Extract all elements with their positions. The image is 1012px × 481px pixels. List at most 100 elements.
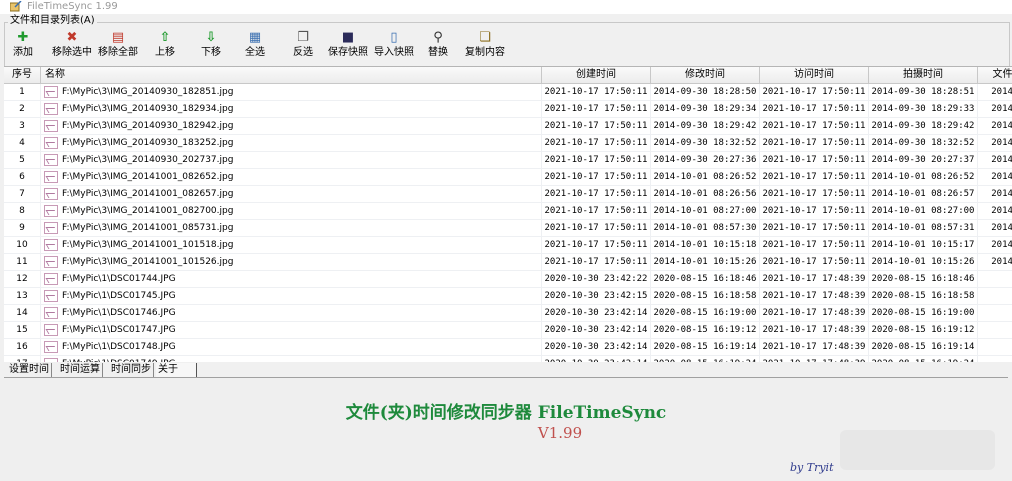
taken-time: 2020-08-15 16:19:12 <box>869 322 978 339</box>
table-row[interactable]: 14 F:\MyPic\1\DSC01746.JPG 2020-10-30 23:4… <box>4 305 1012 322</box>
row-index: 7 <box>4 186 41 203</box>
accessed-time: 2021-10-17 17:50:11 <box>760 101 869 118</box>
table-row[interactable]: 4 F:\MyPic\3\IMG_20140930_183252.jpg 2021-… <box>4 135 1012 152</box>
created-time: 2020-10-30 23:42:14 <box>542 339 651 356</box>
file-path: F:\MyPic\3\IMG_20141001_082700.jpg <box>41 203 542 220</box>
table-row[interactable]: 5 F:\MyPic\3\IMG_20140930_202737.jpg 2021-… <box>4 152 1012 169</box>
table-row[interactable]: 11 F:\MyPic\3\IMG_20141001_101526.jpg 2021… <box>4 254 1012 271</box>
table-row[interactable]: 3 F:\MyPic\3\IMG_20140930_182942.jpg 2021-… <box>4 118 1012 135</box>
table-row[interactable]: 16 F:\MyPic\1\DSC01748.JPG 2020-10-30 23:4… <box>4 339 1012 356</box>
taken-time: 2014-10-01 10:15:26 <box>869 254 978 271</box>
table-row[interactable]: 12 F:\MyPic\1\DSC01744.JPG 2020-10-30 23:4… <box>4 271 1012 288</box>
column-header[interactable]: 名称 <box>41 67 542 83</box>
accessed-time: 2021-10-17 17:50:11 <box>760 220 869 237</box>
modified-time: 2014-09-30 18:32:52 <box>651 135 760 152</box>
toolbar-button-8[interactable]: ■ 保存快照 <box>326 29 370 61</box>
accessed-time: 2021-10-17 17:50:11 <box>760 237 869 254</box>
toolbar-button-label: 上移 <box>155 47 175 58</box>
file-path: F:\MyPic\3\IMG_20141001_082657.jpg <box>41 186 542 203</box>
modified-time: 2020-08-15 16:18:46 <box>651 271 760 288</box>
created-time: 2021-10-17 17:50:11 <box>542 203 651 220</box>
column-header[interactable]: 访问时间 <box>760 67 869 83</box>
image-file-icon <box>44 171 58 183</box>
row-index: 14 <box>4 305 41 322</box>
tab-4[interactable]: 关于 <box>156 363 197 377</box>
toolbar-button-5[interactable]: ⇩ 下移 <box>196 29 226 61</box>
file-path-text: F:\MyPic\3\IMG_20140930_182942.jpg <box>62 121 234 131</box>
row-index: 13 <box>4 288 41 305</box>
tab-1[interactable]: 设置时间 <box>7 363 52 377</box>
table-row[interactable]: 10 F:\MyPic\3\IMG_20141001_101518.jpg 2021… <box>4 237 1012 254</box>
file-path-text: F:\MyPic\3\IMG_20140930_182851.jpg <box>62 87 234 97</box>
created-time: 2021-10-17 17:50:11 <box>542 152 651 169</box>
column-header[interactable]: 创建时间 <box>542 67 651 83</box>
title-bar: FileTimeSync 1.99 <box>0 0 1012 14</box>
file-path: F:\MyPic\1\DSC01748.JPG <box>41 339 542 356</box>
accessed-time: 2021-10-17 17:50:11 <box>760 169 869 186</box>
remove-selected-icon: ✖ <box>66 30 78 45</box>
accessed-time: 2021-10-17 17:48:39 <box>760 288 869 305</box>
toolbar-button-4[interactable]: ⇧ 上移 <box>150 29 180 61</box>
modified-time: 2020-08-15 16:19:14 <box>651 339 760 356</box>
table-row[interactable]: 9 F:\MyPic\3\IMG_20141001_085731.jpg 2021-… <box>4 220 1012 237</box>
toolbar-button-7[interactable]: ❐ 反选 <box>288 29 318 61</box>
toolbar-button-6[interactable]: ▦ 全选 <box>240 29 270 61</box>
modified-time: 2014-10-01 08:26:52 <box>651 169 760 186</box>
toolbar-button-label: 下移 <box>201 47 221 58</box>
file-name-time: 2014-1 <box>978 237 1012 254</box>
toolbar-button-3[interactable]: ▤ 移除全部 <box>96 29 140 61</box>
file-path-text: F:\MyPic\1\DSC01744.JPG <box>62 274 176 284</box>
created-time: 2020-10-30 23:42:14 <box>542 322 651 339</box>
tab-2[interactable]: 时间运算 <box>58 363 103 377</box>
file-path: F:\MyPic\3\IMG_20141001_082652.jpg <box>41 169 542 186</box>
taken-time: 2020-08-15 16:19:14 <box>869 339 978 356</box>
image-file-icon <box>44 137 58 149</box>
accessed-time: 2021-10-17 17:50:11 <box>760 152 869 169</box>
table-row[interactable]: 15 F:\MyPic\1\DSC01747.JPG 2020-10-30 23:4… <box>4 322 1012 339</box>
toolbar-button-9[interactable]: ▯ 导入快照 <box>372 29 416 61</box>
file-name-time: 2014-0 <box>978 152 1012 169</box>
window-title: FileTimeSync 1.99 <box>27 1 118 12</box>
about-byline: by Tryit <box>790 461 834 474</box>
column-header[interactable]: 文件名 <box>978 67 1012 83</box>
about-heading: 文件(夹)时间修改同步器 FileTimeSync <box>345 403 667 423</box>
file-path: F:\MyPic\3\IMG_20140930_202737.jpg <box>41 152 542 169</box>
table-row[interactable]: 1 F:\MyPic\3\IMG_20140930_182851.jpg 2021-… <box>4 84 1012 101</box>
toolbar-button-label: 替换 <box>428 47 448 58</box>
image-file-icon <box>44 341 58 353</box>
accessed-time: 2021-10-17 17:48:39 <box>760 339 869 356</box>
toolbar-button-label: 保存快照 <box>328 47 368 58</box>
column-header[interactable]: 拍摄时间 <box>869 67 978 83</box>
toolbar-button-label: 添加 <box>13 47 33 58</box>
taken-time: 2020-08-15 16:18:46 <box>869 271 978 288</box>
toolbar-button-10[interactable]: ⚲ 替换 <box>423 29 453 61</box>
file-path: F:\MyPic\3\IMG_20141001_101518.jpg <box>41 237 542 254</box>
column-header[interactable]: 序号 <box>4 67 41 83</box>
file-path-text: F:\MyPic\1\DSC01745.JPG <box>62 291 176 301</box>
table-row[interactable]: 6 F:\MyPic\3\IMG_20141001_082652.jpg 2021-… <box>4 169 1012 186</box>
created-time: 2020-10-30 23:42:22 <box>542 271 651 288</box>
table-row[interactable]: 2 F:\MyPic\3\IMG_20140930_182934.jpg 2021-… <box>4 101 1012 118</box>
toolbar-button-2[interactable]: ✖ 移除选中 <box>50 29 94 61</box>
image-file-icon <box>44 120 58 132</box>
table-row[interactable]: 8 F:\MyPic\3\IMG_20141001_082700.jpg 2021-… <box>4 203 1012 220</box>
row-index: 6 <box>4 169 41 186</box>
image-file-icon <box>44 324 58 336</box>
row-index: 2 <box>4 101 41 118</box>
file-name-time: 2014-1 <box>978 203 1012 220</box>
accessed-time: 2021-10-17 17:48:39 <box>760 305 869 322</box>
taken-time: 2014-09-30 18:28:51 <box>869 84 978 101</box>
add-icon: ✚ <box>17 30 29 45</box>
toolbar-button-1[interactable]: ✚ 添加 <box>8 29 38 61</box>
image-file-icon <box>44 256 58 268</box>
tab-3[interactable]: 时间同步 <box>109 363 154 377</box>
table-row[interactable]: 13 F:\MyPic\1\DSC01745.JPG 2020-10-30 23:4… <box>4 288 1012 305</box>
table-row[interactable]: 7 F:\MyPic\3\IMG_20141001_082657.jpg 2021-… <box>4 186 1012 203</box>
toolbar-button-11[interactable]: ❏ 复制内容 <box>463 29 507 61</box>
move-down-icon: ⇩ <box>205 30 217 45</box>
column-header[interactable]: 修改时间 <box>651 67 760 83</box>
tab-strip: 设置时间 时间运算 时间同步 关于 <box>4 361 1008 378</box>
file-table[interactable]: 序号名称创建时间修改时间访问时间拍摄时间文件名 1 F:\MyPic\3\IMG_… <box>4 66 1012 362</box>
image-file-icon <box>44 290 58 302</box>
toolbar-button-label: 导入快照 <box>374 47 414 58</box>
